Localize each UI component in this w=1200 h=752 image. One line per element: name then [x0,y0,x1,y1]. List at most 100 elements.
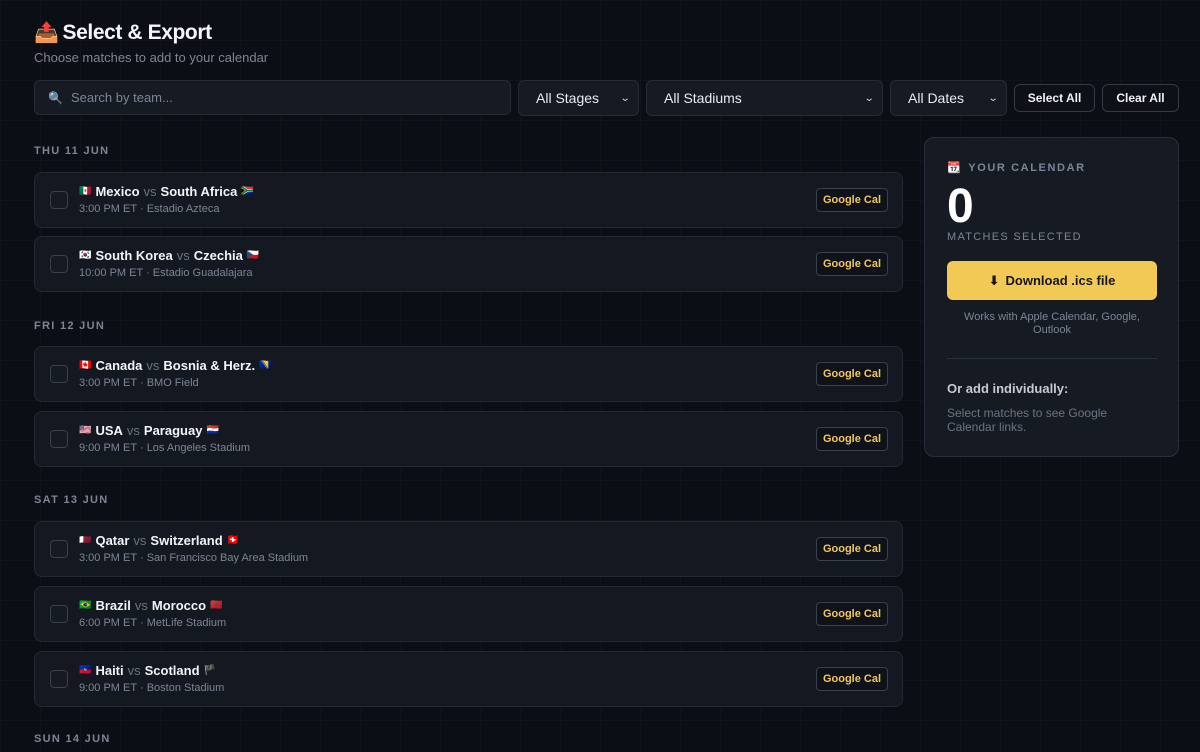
away-team: Paraguay [143,423,203,438]
vs-label: vs [146,358,160,373]
match-time: 3:00 PM ET [79,552,137,564]
search-input[interactable] [70,90,491,105]
home-team: Mexico [95,184,140,199]
clear-all-button[interactable]: Clear All [1102,84,1179,112]
date-select-value: All Dates [908,90,965,106]
page-title-text: Select & Export [62,20,213,44]
match-row[interactable]: 🇧🇷 Brazil vs Morocco 🇲🇦 6:00 PM ET · Met… [34,586,903,642]
stadium-select[interactable]: All Stadiums ⌄ [646,80,883,116]
meta-separator: · [139,377,144,389]
search-box[interactable]: 🔍 [34,80,511,115]
home-team: South Korea [95,248,173,263]
google-cal-button[interactable]: Google Cal [816,362,888,386]
match-row[interactable]: 🇺🇸 USA vs Paraguay 🇵🇾 9:00 PM ET · Los A… [34,411,903,467]
selected-count: 0 [947,180,974,233]
stage-select[interactable]: All Stages ⌄ [518,80,639,116]
vs-label: vs [176,248,190,263]
match-meta: 3:00 PM ET · San Francisco Bay Area Stad… [79,552,308,564]
flag-icon: 🇵🇾 [206,425,219,436]
match-time: 9:00 PM ET [79,442,137,454]
match-row[interactable]: 🇨🇦 Canada vs Bosnia & Herz. 🇧🇦 3:00 PM E… [34,346,903,402]
vs-label: vs [143,184,157,199]
match-teams: 🇭🇹 Haiti vs Scotland 🏴 [79,663,216,678]
match-time: 9:00 PM ET [79,682,137,694]
flag-icon: 🇨🇭 [226,535,240,546]
meta-separator: · [146,267,150,279]
flag-icon: 🇰🇷 [79,250,92,261]
match-time: 6:00 PM ET [79,617,137,629]
meta-separator: · [139,682,144,694]
match-venue: Boston Stadium [146,682,225,694]
google-cal-button[interactable]: Google Cal [816,427,888,451]
match-time: 3:00 PM ET [79,203,137,215]
home-team: Qatar [95,533,130,548]
match-venue: Estadio Guadalajara [152,267,253,279]
away-team: South Africa [160,184,238,199]
match-venue: Estadio Azteca [146,203,220,215]
flag-icon: 🇨🇿 [246,250,260,261]
away-team: Scotland [144,663,200,678]
day-label: SAT 13 JUN [34,494,109,506]
match-meta: 9:00 PM ET · Boston Stadium [79,682,224,694]
stage-select-value: All Stages [536,90,600,106]
download-label: Download .ics file [1005,273,1116,288]
or-add-heading: Or add individually: [947,381,1069,396]
flag-icon: 🇺🇸 [79,425,92,436]
google-cal-button[interactable]: Google Cal [816,188,888,212]
google-cal-button[interactable]: Google Cal [816,602,888,626]
day-label: FRI 12 JUN [34,320,106,332]
flag-icon: 🇲🇽 [79,186,92,197]
page-subtitle: Choose matches to add to your calendar [34,50,269,65]
meta-separator: · [139,617,144,629]
match-checkbox[interactable] [50,670,68,688]
match-meta: 6:00 PM ET · MetLife Stadium [79,617,226,629]
home-team: Canada [95,358,143,373]
filter-toolbar: 🔍 All Stages ⌄ All Stadiums ⌄ All Dates … [34,80,1179,116]
match-meta: 10:00 PM ET · Estadio Guadalajara [79,267,252,279]
match-teams: 🇲🇽 Mexico vs South Africa 🇿🇦 [79,184,254,199]
match-checkbox[interactable] [50,605,68,623]
away-team: Czechia [193,248,243,263]
match-checkbox[interactable] [50,365,68,383]
select-all-button[interactable]: Select All [1014,84,1095,112]
match-row[interactable]: 🇰🇷 South Korea vs Czechia 🇨🇿 10:00 PM ET… [34,236,903,292]
google-cal-button[interactable]: Google Cal [816,667,888,691]
google-cal-button[interactable]: Google Cal [816,252,888,276]
away-team: Morocco [151,598,207,613]
date-select[interactable]: All Dates ⌄ [890,80,1007,116]
match-teams: 🇶🇦 Qatar vs Switzerland 🇨🇭 [79,533,239,548]
download-icon: ⬇ [988,272,1000,288]
calendar-panel-title: 📆 YOUR CALENDAR [947,161,1086,175]
match-meta: 3:00 PM ET · Estadio Azteca [79,203,219,215]
meta-separator: · [139,552,144,564]
google-cal-button[interactable]: Google Cal [816,537,888,561]
match-teams: 🇨🇦 Canada vs Bosnia & Herz. 🇧🇦 [79,358,272,373]
match-checkbox[interactable] [50,430,68,448]
home-team: Haiti [95,663,124,678]
calendar-panel: 📆 YOUR CALENDAR 0 MATCHES SELECTED ⬇ Dow… [924,137,1179,457]
flag-icon: 🇭🇹 [79,665,92,676]
flag-icon: 🏴 [203,665,216,676]
match-venue: San Francisco Bay Area Stadium [146,552,309,564]
match-row[interactable]: 🇶🇦 Qatar vs Switzerland 🇨🇭 3:00 PM ET · … [34,521,903,577]
outbox-tray-icon: 📤 [34,22,59,44]
match-checkbox[interactable] [50,191,68,209]
match-venue: Los Angeles Stadium [146,442,251,454]
match-row[interactable]: 🇭🇹 Haiti vs Scotland 🏴 9:00 PM ET · Bost… [34,651,903,707]
match-venue: MetLife Stadium [146,617,227,629]
match-checkbox[interactable] [50,540,68,558]
match-row[interactable]: 🇲🇽 Mexico vs South Africa 🇿🇦 3:00 PM ET … [34,172,903,228]
home-team: USA [95,423,123,438]
download-ics-button[interactable]: ⬇ Download .ics file [947,261,1157,300]
page-header: 📤 Select & Export Choose matches to add … [34,20,269,66]
calendar-icon: 📆 [947,162,963,174]
chevron-down-icon: ⌄ [863,92,875,104]
meta-separator: · [139,203,144,215]
flag-icon: 🇨🇦 [79,360,92,371]
match-checkbox[interactable] [50,255,68,273]
match-teams: 🇧🇷 Brazil vs Morocco 🇲🇦 [79,598,222,613]
match-meta: 9:00 PM ET · Los Angeles Stadium [79,442,250,454]
vs-label: vs [127,663,141,678]
vs-label: vs [134,598,148,613]
page-title: 📤 Select & Export [34,20,268,45]
